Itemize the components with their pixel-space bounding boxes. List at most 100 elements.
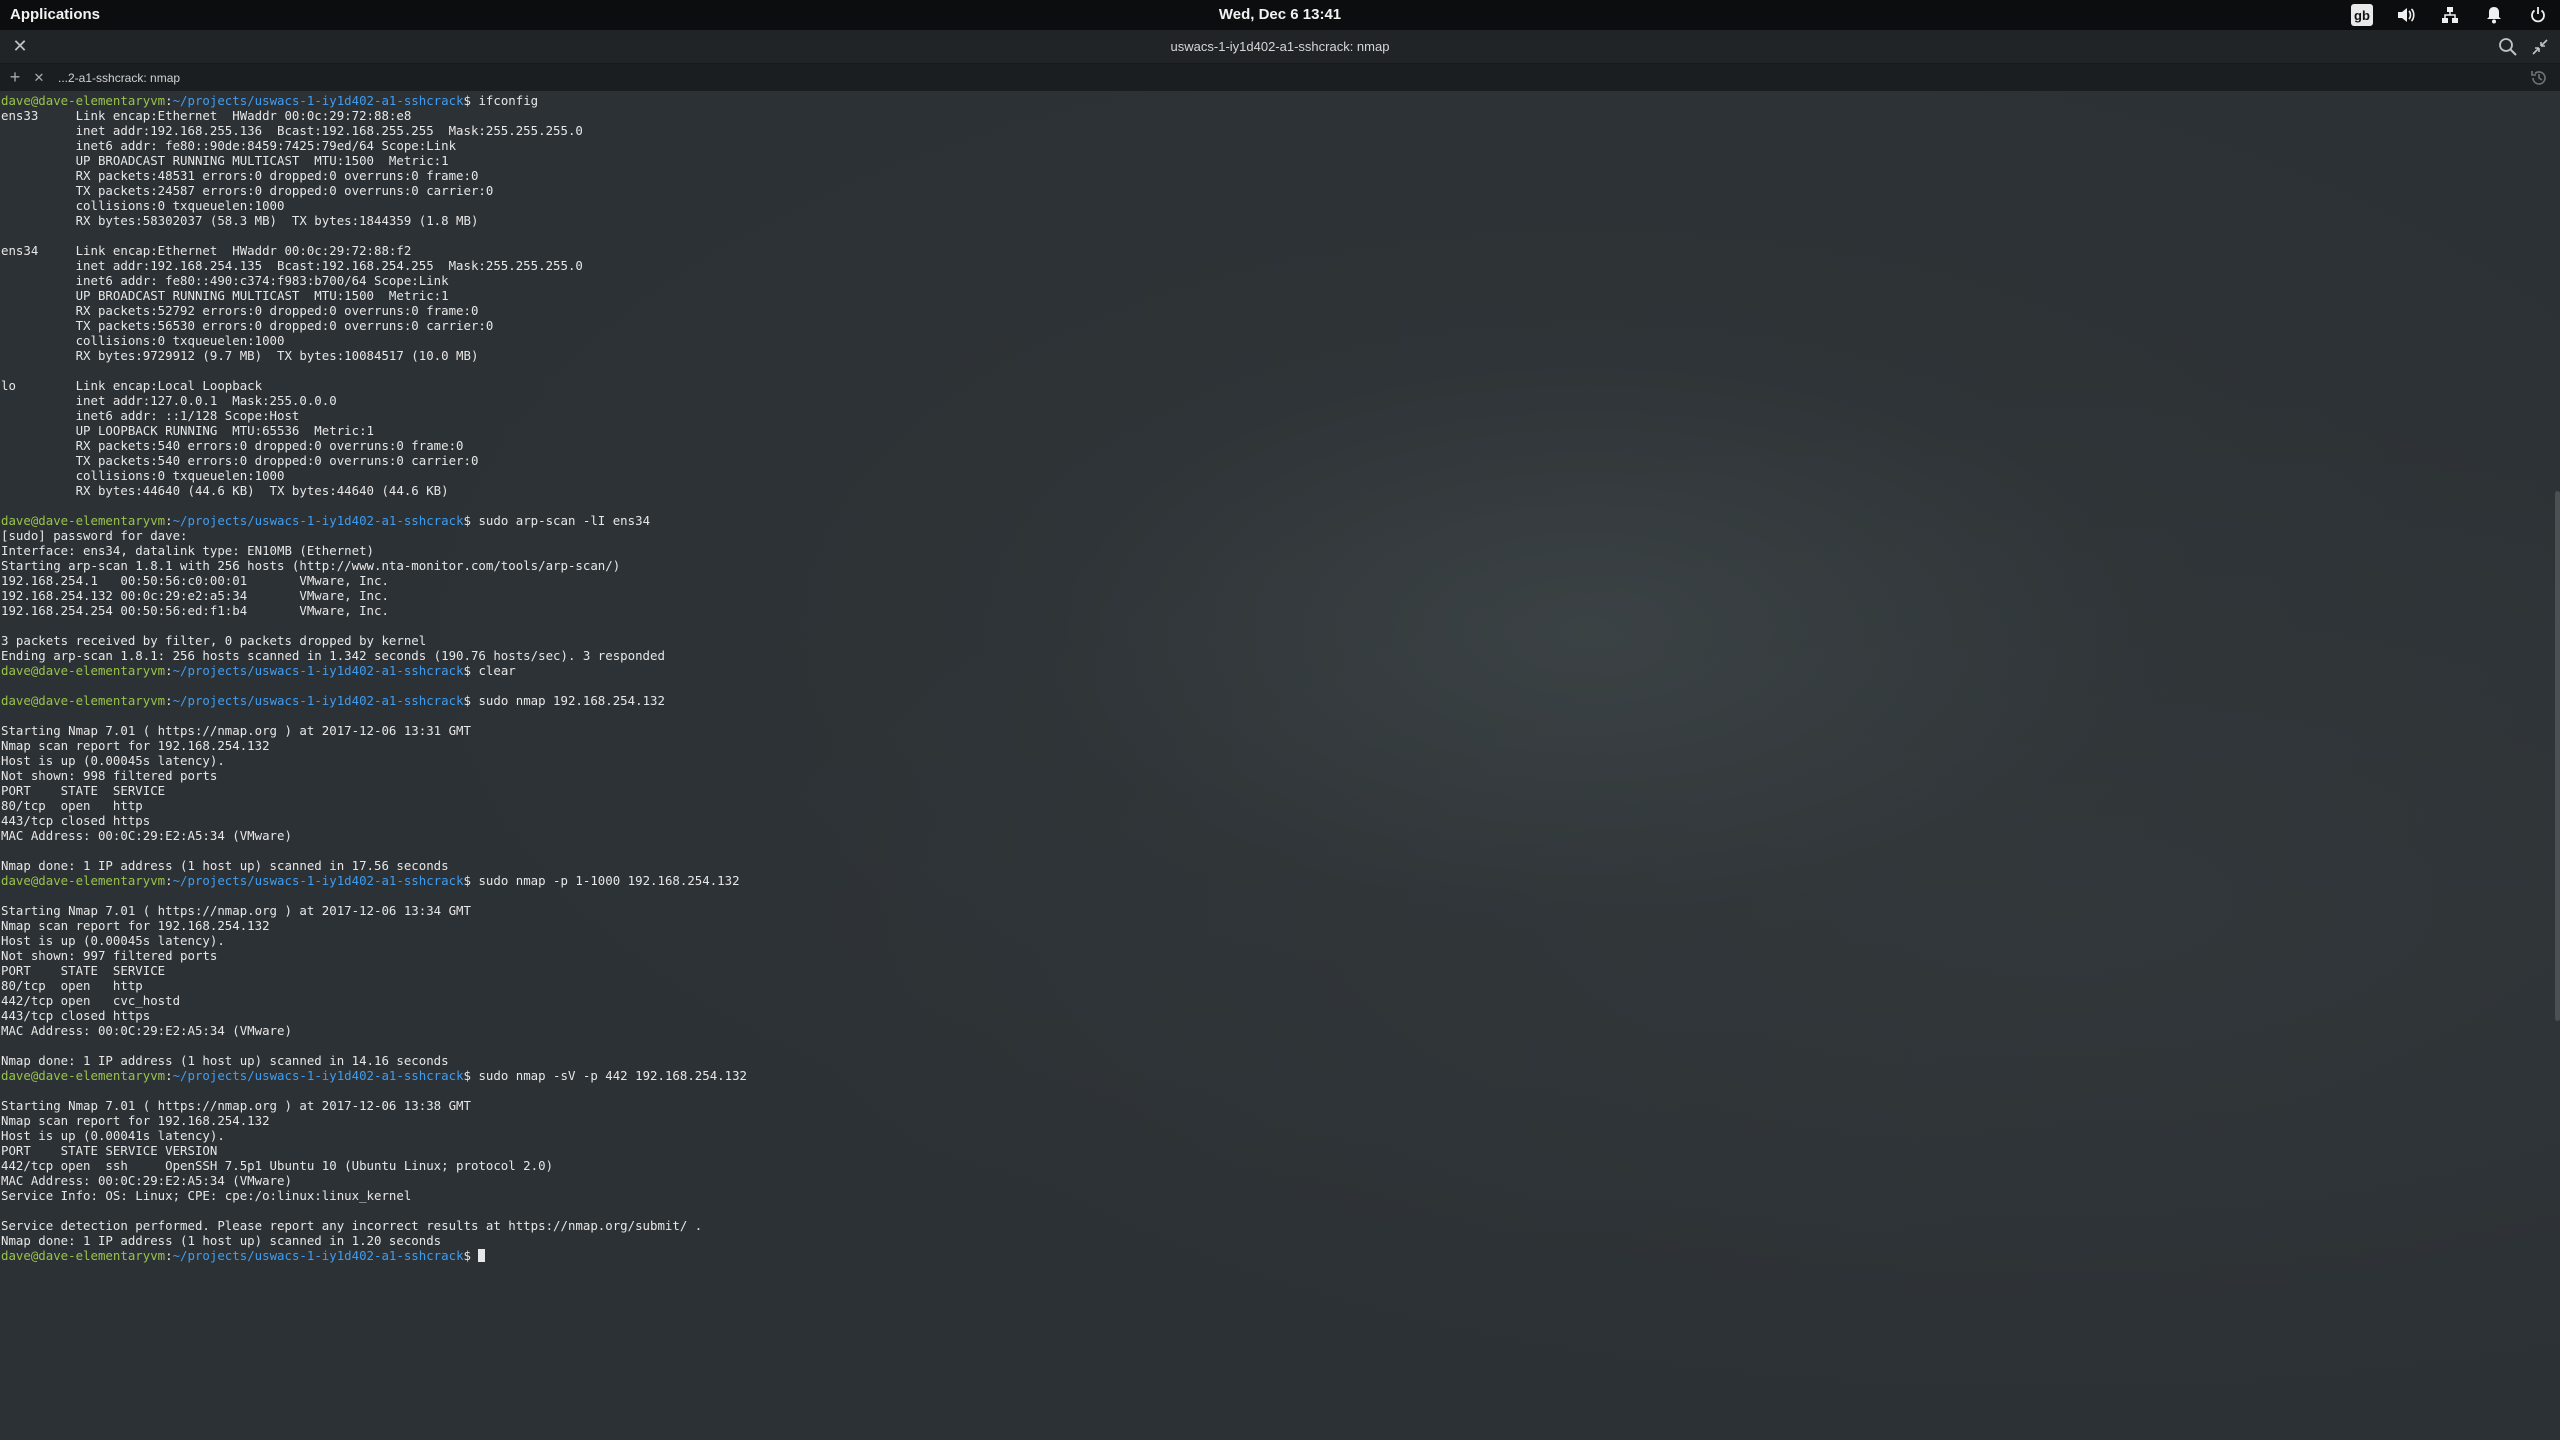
output-line: Host is up (0.00045s latency).: [1, 933, 225, 948]
output-line: Nmap scan report for 192.168.254.132: [1, 918, 270, 933]
output-line: Not shown: 998 filtered ports: [1, 768, 218, 783]
output-line: TX packets:56530 errors:0 dropped:0 over…: [1, 318, 494, 333]
prompt-user-host: dave@dave-elementaryvm: [1, 873, 166, 888]
output-line: inet6 addr: fe80::90de:8459:7425:79ed/64…: [1, 138, 457, 153]
output-line: Nmap done: 1 IP address (1 host up) scan…: [1, 858, 449, 873]
output-line: Service Info: OS: Linux; CPE: cpe:/o:lin…: [1, 1188, 412, 1203]
output-line: ens34 Link encap:Ethernet HWaddr 00:0c:2…: [1, 243, 412, 258]
output-line: 442/tcp open cvc_hostd: [1, 993, 181, 1008]
output-line: Nmap done: 1 IP address (1 host up) scan…: [1, 1233, 442, 1248]
terminal-scrollbar[interactable]: [2555, 491, 2560, 1021]
notifications-bell-icon[interactable]: [2482, 3, 2506, 27]
search-icon[interactable]: [2496, 35, 2520, 59]
panel-clock[interactable]: Wed, Dec 6 13:41: [0, 0, 2560, 30]
new-tab-icon[interactable]: +: [4, 66, 26, 88]
prompt-user-host: dave@dave-elementaryvm: [1, 1068, 166, 1083]
close-tab-icon[interactable]: ✕: [30, 69, 48, 87]
applications-menu[interactable]: Applications: [10, 0, 100, 30]
output-line: RX packets:540 errors:0 dropped:0 overru…: [1, 438, 464, 453]
output-line: UP BROADCAST RUNNING MULTICAST MTU:1500 …: [1, 288, 449, 303]
close-window-icon[interactable]: ✕: [8, 34, 32, 58]
tab-history-icon[interactable]: [2528, 67, 2550, 89]
output-line: Host is up (0.00041s latency).: [1, 1128, 225, 1143]
prompt-line: dave@dave-elementaryvm:~/projects/uswacs…: [1, 1248, 747, 1263]
prompt-separator: :: [165, 693, 173, 708]
prompt-line: dave@dave-elementaryvm:~/projects/uswacs…: [1, 1068, 747, 1083]
output-line: Not shown: 997 filtered ports: [1, 948, 218, 963]
command-text: $ sudo arp-scan -lI ens34: [463, 513, 651, 528]
output-line: Service detection performed. Please repo…: [1, 1218, 703, 1233]
output-line: Starting Nmap 7.01 ( https://nmap.org ) …: [1, 903, 471, 918]
output-line: 192.168.254.132 00:0c:29:e2:a5:34 VMware…: [1, 588, 389, 603]
output-line: Nmap scan report for 192.168.254.132: [1, 1113, 270, 1128]
output-line: RX packets:48531 errors:0 dropped:0 over…: [1, 168, 479, 183]
output-line: 443/tcp closed https: [1, 813, 151, 828]
unmaximize-icon[interactable]: [2528, 35, 2552, 59]
output-line: collisions:0 txqueuelen:1000: [1, 468, 285, 483]
output-line: inet6 addr: fe80::490:c374:f983:b700/64 …: [1, 273, 449, 288]
output-line: Host is up (0.00045s latency).: [1, 753, 225, 768]
terminal-view[interactable]: dave@dave-elementaryvm:~/projects/uswacs…: [0, 91, 2560, 1440]
command-text: $ sudo nmap -sV -p 442 192.168.254.132: [463, 1068, 748, 1083]
output-line: PORT STATE SERVICE VERSION: [1, 1143, 218, 1158]
prompt-line: dave@dave-elementaryvm:~/projects/uswacs…: [1, 93, 747, 108]
output-line: Nmap scan report for 192.168.254.132: [1, 738, 270, 753]
volume-icon[interactable]: [2394, 3, 2418, 27]
network-icon[interactable]: [2438, 3, 2462, 27]
prompt-separator: :: [165, 1068, 173, 1083]
command-text: $ clear: [463, 663, 516, 678]
indicator-area: gb: [2350, 0, 2550, 30]
output-line: MAC Address: 00:0C:29:E2:A5:34 (VMware): [1, 828, 292, 843]
output-line: PORT STATE SERVICE: [1, 783, 166, 798]
prompt-separator: :: [165, 1248, 173, 1263]
output-line: 442/tcp open ssh OpenSSH 7.5p1 Ubuntu 10…: [1, 1158, 554, 1173]
output-line: Ending arp-scan 1.8.1: 256 hosts scanned…: [1, 648, 665, 663]
output-line: TX packets:24587 errors:0 dropped:0 over…: [1, 183, 494, 198]
prompt-separator: :: [165, 873, 173, 888]
prompt-user-host: dave@dave-elementaryvm: [1, 93, 166, 108]
output-line: Interface: ens34, datalink type: EN10MB …: [1, 543, 374, 558]
prompt-separator: :: [165, 93, 173, 108]
output-line: Starting arp-scan 1.8.1 with 256 hosts (…: [1, 558, 621, 573]
prompt-line: dave@dave-elementaryvm:~/projects/uswacs…: [1, 513, 747, 528]
prompt-separator: :: [165, 663, 173, 678]
power-icon[interactable]: [2526, 3, 2550, 27]
prompt-path: ~/projects/uswacs-1-iy1d402-a1-sshcrack: [172, 1068, 464, 1083]
prompt-path: ~/projects/uswacs-1-iy1d402-a1-sshcrack: [172, 873, 464, 888]
output-line: UP BROADCAST RUNNING MULTICAST MTU:1500 …: [1, 153, 449, 168]
output-line: RX bytes:44640 (44.6 KB) TX bytes:44640 …: [1, 483, 449, 498]
output-line: RX bytes:58302037 (58.3 MB) TX bytes:184…: [1, 213, 479, 228]
output-line: inet addr:192.168.254.135 Bcast:192.168.…: [1, 258, 583, 273]
tab-nmap[interactable]: ✕ ...2-a1-sshcrack: nmap: [30, 64, 200, 91]
output-line: 80/tcp open http: [1, 798, 143, 813]
prompt-user-host: dave@dave-elementaryvm: [1, 513, 166, 528]
top-panel: Applications Wed, Dec 6 13:41 gb: [0, 0, 2560, 30]
prompt-line: dave@dave-elementaryvm:~/projects/uswacs…: [1, 693, 747, 708]
output-line: collisions:0 txqueuelen:1000: [1, 198, 285, 213]
output-line: RX bytes:9729912 (9.7 MB) TX bytes:10084…: [1, 348, 479, 363]
output-line: 3 packets received by filter, 0 packets …: [1, 633, 427, 648]
tab-bar: + ✕ ...2-a1-sshcrack: nmap: [0, 64, 2560, 92]
output-line: MAC Address: 00:0C:29:E2:A5:34 (VMware): [1, 1023, 292, 1038]
output-line: RX packets:52792 errors:0 dropped:0 over…: [1, 303, 479, 318]
prompt-path: ~/projects/uswacs-1-iy1d402-a1-sshcrack: [172, 693, 464, 708]
output-line: ens33 Link encap:Ethernet HWaddr 00:0c:2…: [1, 108, 412, 123]
output-line: inet addr:192.168.255.136 Bcast:192.168.…: [1, 123, 583, 138]
prompt-user-host: dave@dave-elementaryvm: [1, 693, 166, 708]
command-text: $: [463, 1248, 479, 1263]
output-line: [sudo] password for dave:: [1, 528, 188, 543]
output-line: 192.168.254.1 00:50:56:c0:00:01 VMware, …: [1, 573, 389, 588]
prompt-path: ~/projects/uswacs-1-iy1d402-a1-sshcrack: [172, 663, 464, 678]
keyboard-indicator[interactable]: gb: [2350, 3, 2374, 27]
prompt-user-host: dave@dave-elementaryvm: [1, 1248, 166, 1263]
output-line: lo Link encap:Local Loopback: [1, 378, 263, 393]
output-line: PORT STATE SERVICE: [1, 963, 166, 978]
output-line: UP LOOPBACK RUNNING MTU:65536 Metric:1: [1, 423, 374, 438]
prompt-separator: :: [165, 513, 173, 528]
